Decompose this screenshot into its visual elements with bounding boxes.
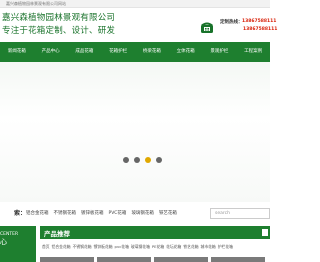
banner-dot-4[interactable] <box>156 157 162 163</box>
more-icon[interactable] <box>262 229 268 236</box>
hotline-label: 定制热线： <box>220 20 243 25</box>
products-title: 产品推荐 <box>44 230 70 238</box>
category-link[interactable]: 镀锌板花箱 <box>94 244 113 250</box>
top-info-text: 嘉兴森植物园林景观有限公司网站 <box>6 1 66 6</box>
product-center-panel: CENTER 心 <box>0 226 36 262</box>
nav-item-finished[interactable]: 成品花箱 <box>68 42 102 62</box>
category-link[interactable]: 玻璃钢花箱 <box>131 244 150 250</box>
category-link[interactable]: 铝合金花箱 <box>52 244 71 250</box>
nav-item-cases[interactable]: 工程案例 <box>236 42 270 62</box>
product-thumbnails <box>40 257 265 262</box>
products-section: 产品推荐 首页 铝合金花箱 不锈钢花箱 镀锌板花箱 pvc花箱 玻璃钢花箱 PE… <box>40 226 270 262</box>
keyword-link[interactable]: 铁艺花箱 <box>159 210 177 216</box>
product-thumbnail[interactable] <box>97 257 151 262</box>
hotline-number-2[interactable]: 13867588111 <box>243 27 277 32</box>
product-thumbnail[interactable] <box>211 257 265 262</box>
search-input[interactable]: search <box>210 208 270 219</box>
top-info-bar: 嘉兴森植物园林景观有限公司网站 <box>0 0 270 8</box>
panel-title-cn: 心 <box>0 238 7 246</box>
hero-banner <box>0 62 270 202</box>
company-name: 嘉兴森植物园林景观有限公司 <box>2 13 116 23</box>
product-thumbnail[interactable] <box>154 257 208 262</box>
products-header: 产品推荐 <box>40 226 270 239</box>
category-link[interactable]: 护栏花箱 <box>218 244 233 250</box>
category-link[interactable]: pvc花箱 <box>115 244 129 250</box>
site-header: 嘉兴森植物园林景观有限公司 专注于花箱定制、设计、研发 定制热线： 138675… <box>0 9 277 42</box>
nav-item-products[interactable]: 产品中心 <box>34 42 68 62</box>
banner-dot-2[interactable] <box>134 157 140 163</box>
category-link[interactable]: 铁艺花箱 <box>183 244 198 250</box>
banner-dot-1[interactable] <box>123 157 129 163</box>
keyword-link[interactable]: 不锈钢花箱 <box>54 210 77 216</box>
keyword-link[interactable]: 铝合金花箱 <box>26 210 49 216</box>
category-link[interactable]: 城市花箱 <box>201 244 216 250</box>
banner-pagination <box>123 157 162 163</box>
company-slogan: 专注于花箱定制、设计、研发 <box>2 26 116 36</box>
keywords-list: 铝合金花箱 不锈钢花箱 镀锌板花箱 PVC花箱 玻璃钢花箱 铁艺花箱 <box>26 210 177 216</box>
main-nav: 新闻花箱 产品中心 成品花箱 花箱护栏 桥梁花箱 立体花箱 景观护栏 工程案例 <box>0 42 270 62</box>
category-link[interactable]: PE花箱 <box>152 244 164 250</box>
banner-dot-3-active[interactable] <box>145 157 151 163</box>
product-categories: 首页 铝合金花箱 不锈钢花箱 镀锌板花箱 pvc花箱 玻璃钢花箱 PE花箱 花坛… <box>42 244 233 250</box>
keywords-title: 索： <box>14 210 27 217</box>
keyword-link[interactable]: 玻璃钢花箱 <box>131 210 154 216</box>
keyword-link[interactable]: PVC花箱 <box>109 210 127 216</box>
nav-item-home[interactable]: 新闻花箱 <box>0 42 34 62</box>
phone-icon <box>201 22 213 33</box>
nav-item-bridge[interactable]: 桥梁花箱 <box>135 42 169 62</box>
category-link[interactable]: 花坛花箱 <box>166 244 181 250</box>
keyword-link[interactable]: 镀锌板花箱 <box>81 210 104 216</box>
hotline-number-1[interactable]: 13867588111 <box>242 19 276 24</box>
nav-item-landscape-guardrail[interactable]: 景观护栏 <box>203 42 237 62</box>
category-link[interactable]: 首页 <box>42 244 50 250</box>
nav-item-3d[interactable]: 立体花箱 <box>169 42 203 62</box>
nav-item-guardrail-box[interactable]: 花箱护栏 <box>101 42 135 62</box>
keywords-bar: 索： 铝合金花箱 不锈钢花箱 镀锌板花箱 PVC花箱 玻璃钢花箱 铁艺花箱 se… <box>0 206 270 221</box>
product-thumbnail[interactable] <box>40 257 94 262</box>
category-link[interactable]: 不锈钢花箱 <box>73 244 92 250</box>
